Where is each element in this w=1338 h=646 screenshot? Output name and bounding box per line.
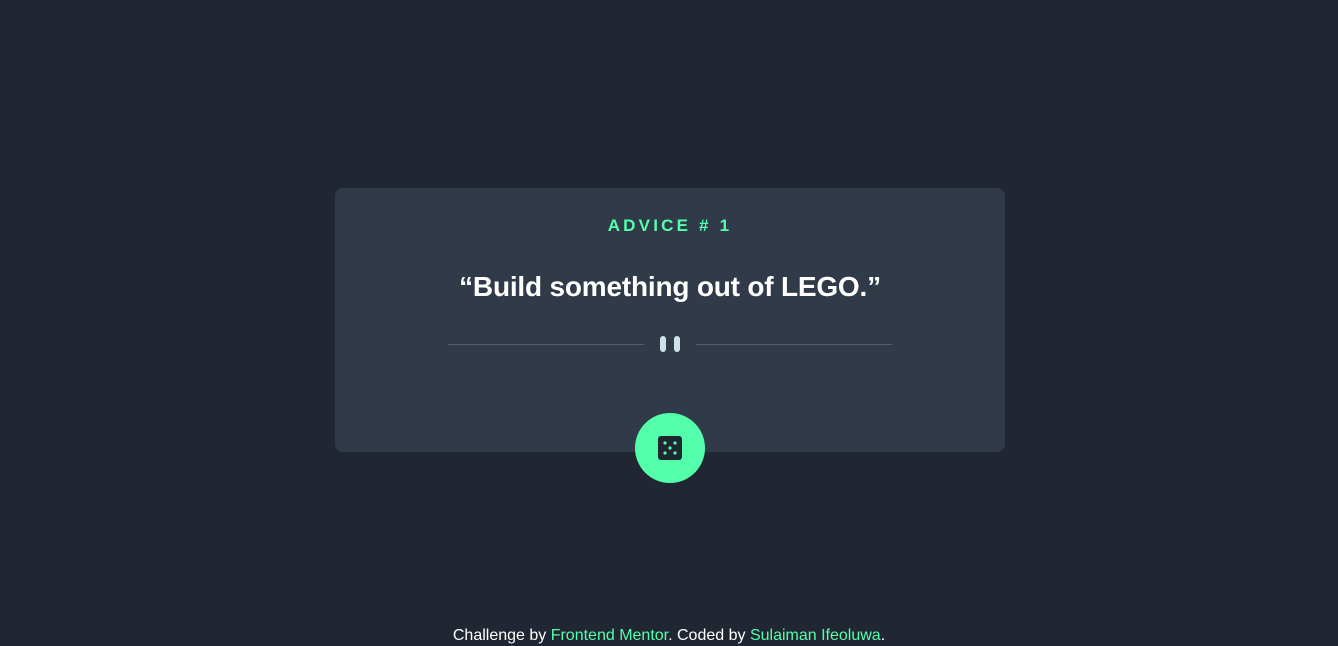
advice-id-label: ADVICE # 1 (607, 216, 733, 235)
attribution-footer: Challenge by Frontend Mentor. Coded by S… (0, 626, 1338, 646)
pause-icon (660, 336, 680, 352)
frontend-mentor-link[interactable]: Frontend Mentor (551, 627, 668, 644)
divider (448, 334, 892, 354)
page: ADVICE # 1 “Build something out of LEGO.… (0, 0, 1338, 646)
footer-suffix: . (880, 627, 886, 644)
author-link[interactable]: Sulaiman Ifeoluwa (750, 627, 881, 644)
divider-line-right (696, 344, 892, 345)
footer-middle: . Coded by (668, 627, 750, 644)
new-advice-button[interactable] (635, 413, 705, 483)
divider-line-left (448, 344, 644, 345)
footer-prefix: Challenge by (452, 627, 551, 644)
dice-icon (658, 436, 682, 460)
advice-quote: “Build something out of LEGO.” (459, 271, 881, 302)
